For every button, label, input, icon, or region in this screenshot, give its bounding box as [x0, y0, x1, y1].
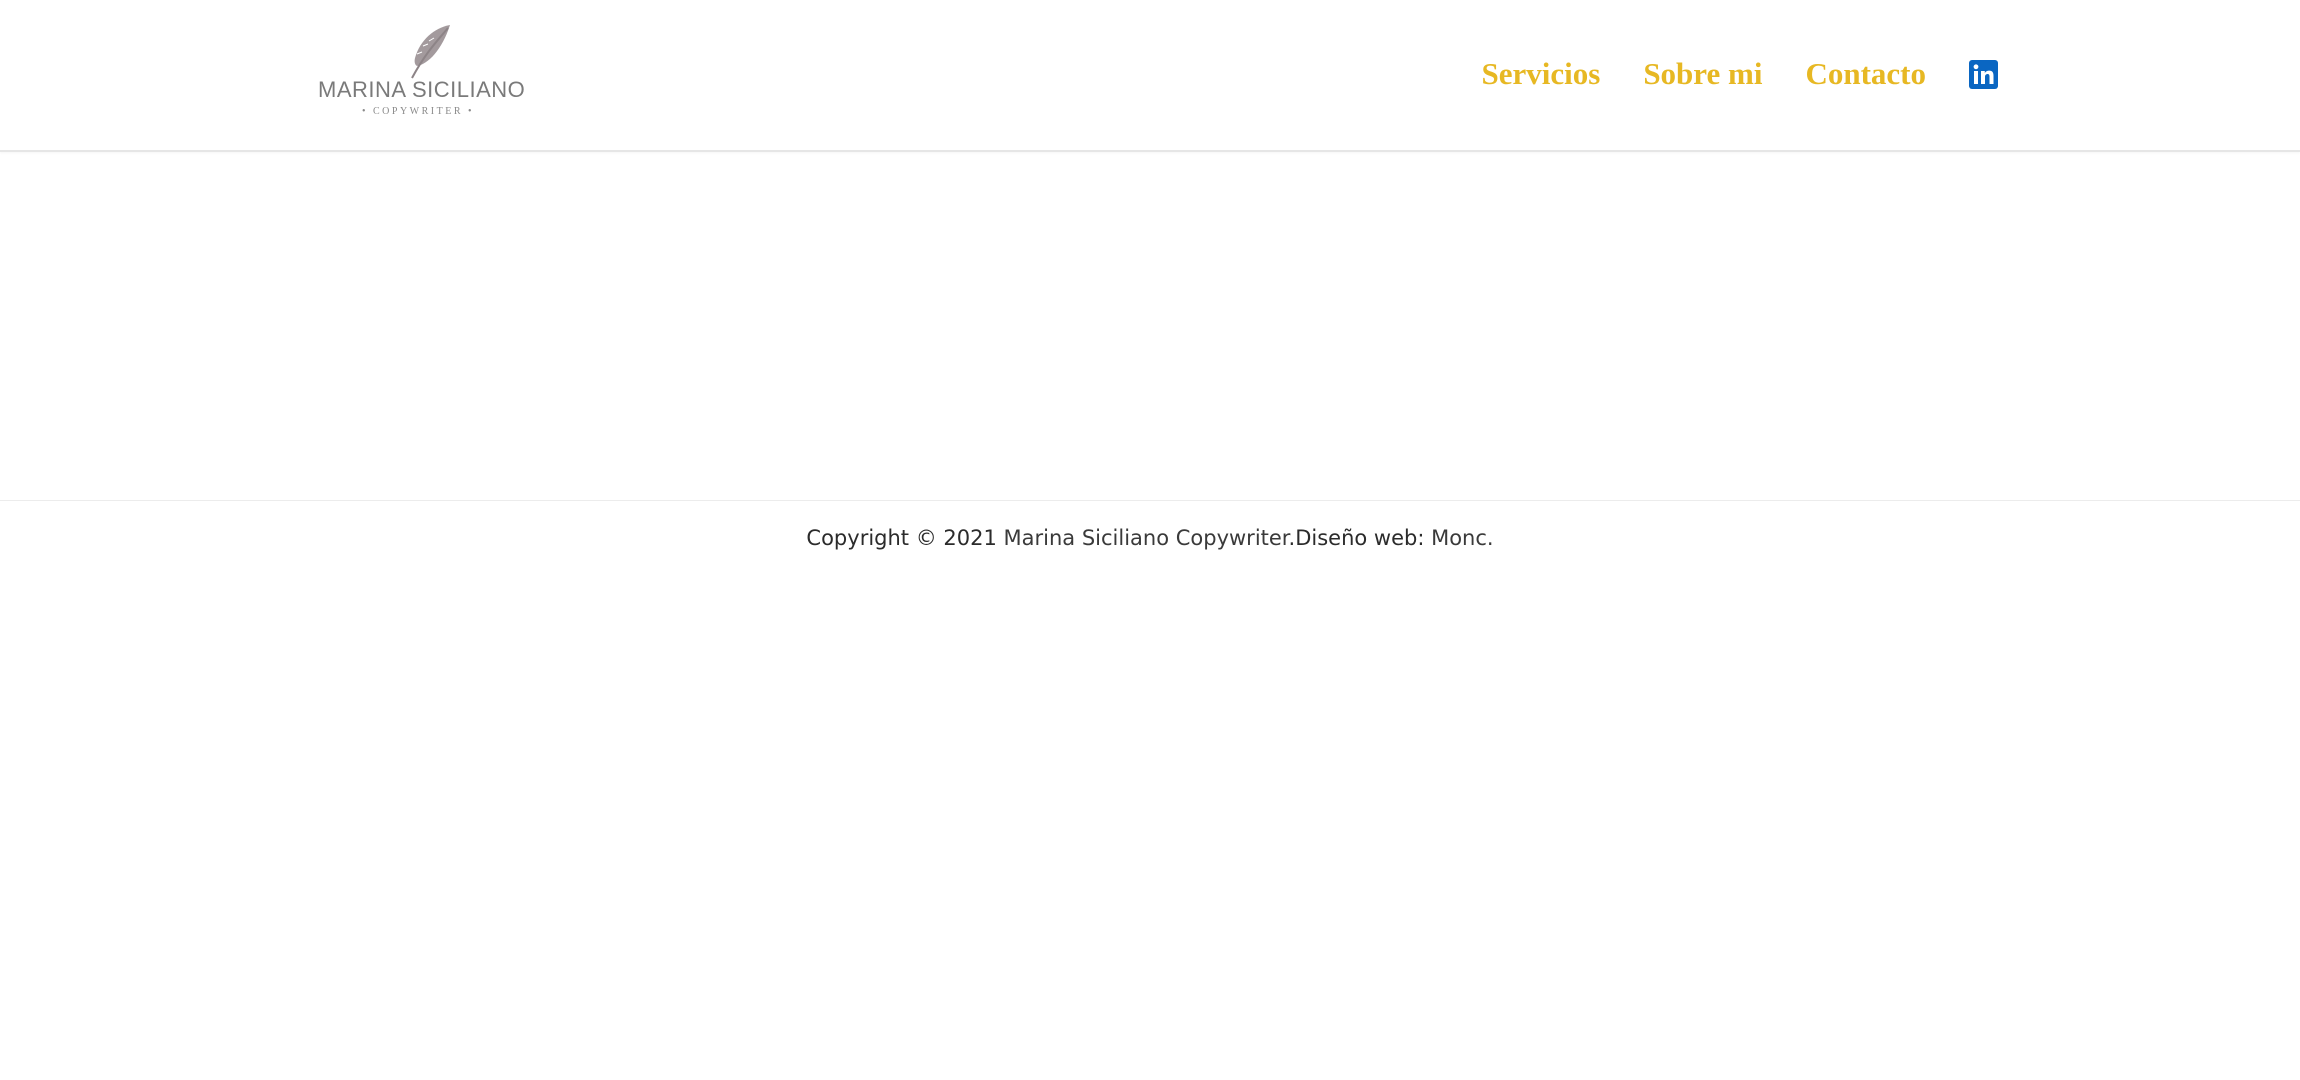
footer-site-link[interactable]: Marina Siciliano Copywriter: [1004, 526, 1289, 550]
linkedin-link[interactable]: [1969, 59, 1998, 89]
main-navigation: Servicios Sobre mi Contacto: [1482, 50, 1998, 98]
feather-icon: [411, 25, 450, 79]
logo-name: MARINA SICILIANO: [318, 77, 526, 102]
footer-designer-link[interactable]: Monc.: [1431, 526, 1494, 550]
site-header: MARINA SICILIANO • COPYWRITER • Servicio…: [0, 0, 2300, 152]
logo-subtitle: • COPYWRITER •: [361, 106, 474, 117]
design-credit-text: Diseño web:: [1295, 526, 1432, 550]
site-logo[interactable]: MARINA SICILIANO • COPYWRITER •: [318, 22, 526, 128]
nav-item-contacto[interactable]: Contacto: [1805, 56, 1926, 92]
copyright-text: Copyright © 2021: [806, 526, 1004, 550]
nav-item-servicios[interactable]: Servicios: [1482, 56, 1601, 92]
footer-divider: [0, 500, 2300, 501]
linkedin-icon: [1969, 59, 1998, 89]
nav-item-sobre-mi[interactable]: Sobre mi: [1643, 56, 1762, 92]
site-footer: Copyright © 2021 Marina Siciliano Copywr…: [0, 526, 2300, 550]
